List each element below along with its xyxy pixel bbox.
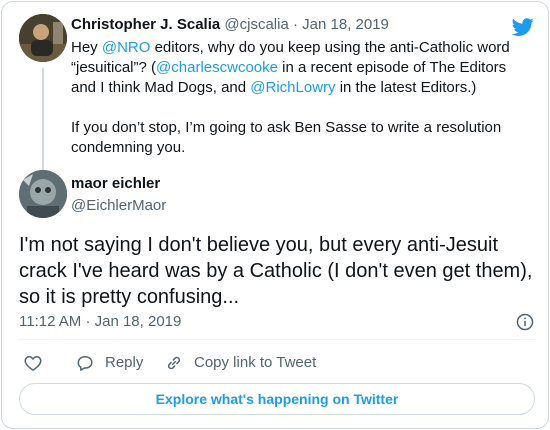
- tweet-meta: 11:12 AM · Jan 18, 2019: [19, 310, 535, 334]
- author-handle[interactable]: @EichlerMaor: [71, 196, 166, 216]
- avatar-photo: [19, 170, 67, 218]
- tweet-text: in the latest Editors.): [335, 79, 477, 96]
- thread-line: [42, 68, 44, 180]
- embedded-tweet-card: Christopher J. Scalia @cjscalia · Jan 18…: [1, 1, 549, 429]
- heart-icon: [24, 355, 42, 371]
- tweet-text: Hey: [71, 39, 102, 56]
- tweet-date[interactable]: Jan 18, 2019: [302, 16, 389, 33]
- explore-twitter-button[interactable]: Explore what's happening on Twitter: [19, 383, 535, 415]
- reply-bubble-icon: [77, 356, 93, 371]
- like-button[interactable]: [23, 351, 43, 375]
- parent-tweet-paragraph: Hey @NRO editors, why do you keep using …: [71, 38, 523, 98]
- mention-link[interactable]: @NRO: [102, 39, 151, 56]
- tweet-date[interactable]: Jan 18, 2019: [95, 313, 182, 330]
- divider: [19, 339, 535, 340]
- parent-tweet-header: Christopher J. Scalia @cjscalia · Jan 18…: [71, 14, 389, 36]
- reply-button[interactable]: Reply: [75, 351, 143, 375]
- copy-link-button[interactable]: Copy link to Tweet: [164, 351, 316, 375]
- mention-link[interactable]: @charlescwcooke: [156, 59, 278, 76]
- main-tweet-body: I'm not saying I don't believe you, but …: [19, 234, 533, 308]
- tweet-actions: Reply Copy link to Tweet: [19, 351, 535, 375]
- main-tweet-author[interactable]: maor eichler @EichlerMaor: [19, 170, 535, 222]
- author-name[interactable]: maor eichler: [71, 174, 160, 194]
- parent-tweet-body: Hey @NRO editors, why do you keep using …: [71, 38, 523, 158]
- link-icon: [167, 356, 181, 370]
- twitter-bird-icon[interactable]: [511, 16, 535, 38]
- info-icon[interactable]: [515, 312, 535, 332]
- author-name[interactable]: Christopher J. Scalia: [71, 16, 220, 33]
- mention-link[interactable]: @RichLowry: [250, 79, 335, 96]
- author-handle[interactable]: @cjscalia: [224, 16, 288, 33]
- parent-tweet-paragraph: If you don’t stop, I’m going to ask Ben …: [71, 119, 502, 156]
- tweet-time[interactable]: 11:12 AM: [19, 313, 81, 330]
- separator: ·: [85, 313, 91, 330]
- reply-label: Reply: [105, 354, 144, 371]
- avatar[interactable]: [19, 170, 67, 218]
- avatar[interactable]: [19, 14, 67, 62]
- copy-link-label: Copy link to Tweet: [194, 354, 317, 371]
- separator: ·: [292, 16, 298, 33]
- avatar-photo: [19, 14, 67, 62]
